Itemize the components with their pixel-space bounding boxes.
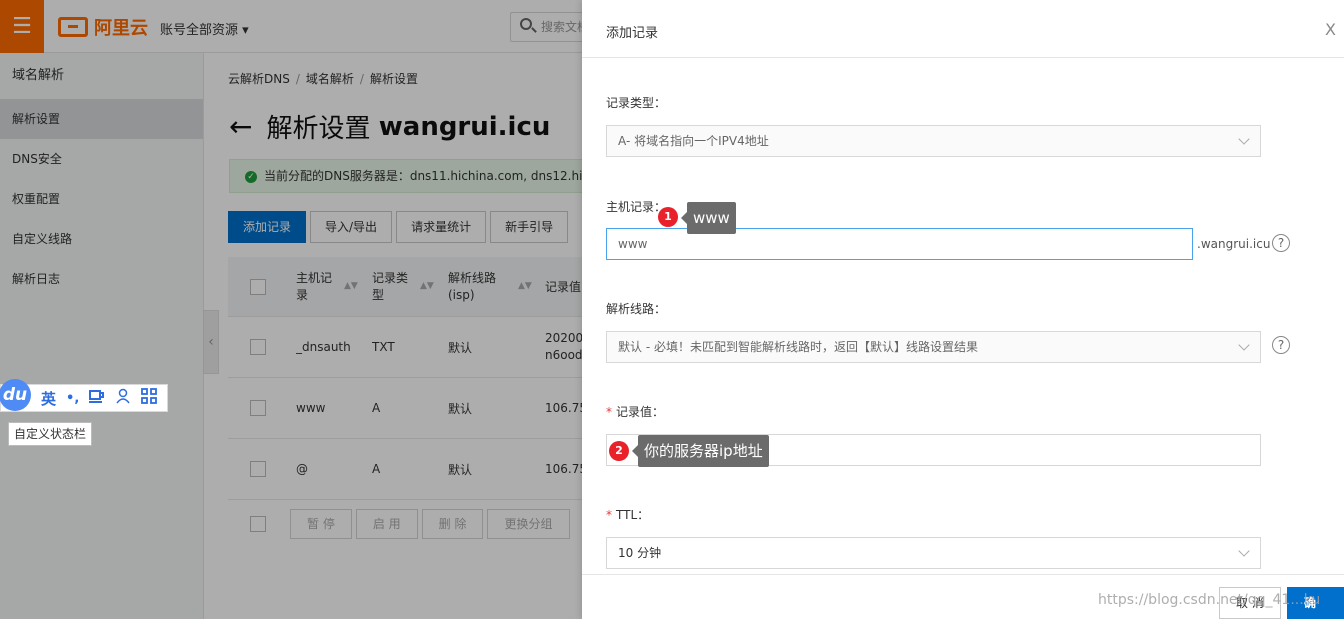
annotation-callout: 你的服务器ip地址 [632, 435, 769, 467]
add-record-drawer: 添加记录 X 记录类型： A- 将域名指向一个IPV4地址 主机记录： www … [582, 0, 1344, 619]
domain-suffix: .wangrui.icu [1197, 237, 1271, 251]
host-record-label: 主机记录： [606, 200, 667, 214]
ttl-value: 10 分钟 [618, 546, 662, 560]
close-icon[interactable]: X [1325, 20, 1336, 39]
watermark: https://blog.csdn.net/qq_41...ku [1098, 592, 1321, 608]
chevron-down-icon [1238, 545, 1250, 557]
ime-grid-icon[interactable] [141, 388, 158, 408]
drawer-title: 添加记录 [606, 26, 659, 41]
resolve-line-select[interactable]: 默认 - 必填！未匹配到智能解析线路时，返回【默认】线路设置结果 [606, 331, 1261, 363]
drawer-header: 添加记录 X [582, 0, 1344, 58]
chevron-down-icon [1238, 133, 1250, 145]
ime-toolbar: du 英 •, [0, 379, 168, 412]
annotation-callout: www [681, 202, 736, 234]
annotation-badge: 1 [658, 207, 678, 227]
record-type-select[interactable]: A- 将域名指向一个IPV4地址 [606, 125, 1261, 157]
annotation-badge: 2 [609, 441, 629, 461]
resolve-line-label: 解析线路： [606, 302, 667, 316]
help-icon[interactable]: ? [1272, 234, 1290, 252]
ime-user-icon[interactable] [115, 388, 131, 408]
help-icon[interactable]: ? [1272, 336, 1290, 354]
ttl-select[interactable]: 10 分钟 [606, 537, 1261, 569]
ttl-label-text: TTL： [616, 508, 650, 522]
record-value-label-text: 记录值： [616, 405, 665, 419]
modal-backdrop[interactable] [0, 0, 582, 619]
ime-language-toggle[interactable]: 英 [41, 388, 56, 409]
baidu-ime-logo-icon[interactable]: du [0, 379, 31, 411]
record-value-label: * 记录值： [606, 403, 664, 420]
record-type-label: 记录类型： [606, 96, 667, 110]
ime-cup-icon[interactable] [89, 389, 105, 407]
chevron-down-icon [1238, 339, 1250, 351]
required-mark: * [606, 405, 612, 419]
required-mark: * [606, 508, 612, 522]
ime-tooltip: 自定义状态栏 [8, 422, 93, 446]
ime-punctuation-toggle[interactable]: •, [66, 391, 79, 406]
record-type-value: A- 将域名指向一个IPV4地址 [618, 134, 769, 148]
resolve-line-value: 默认 - 必填！未匹配到智能解析线路时，返回【默认】线路设置结果 [618, 340, 978, 354]
ttl-label: * TTL： [606, 506, 649, 523]
